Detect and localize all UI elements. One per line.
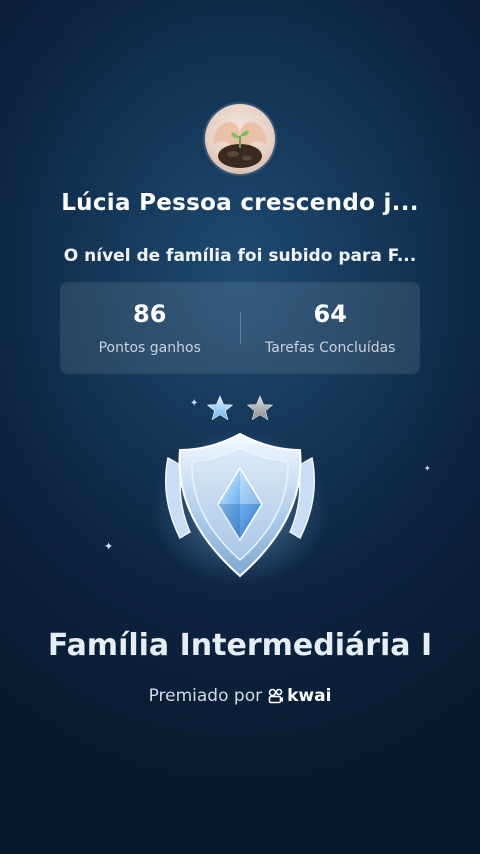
sparkle-icon: ✦ [104,540,114,553]
stat-tasks-value: 64 [313,300,347,328]
stat-tasks: 64 Tarefas Concluídas [241,300,421,356]
star-empty-icon [246,395,274,421]
awarded-by-label: Premiado por [148,686,263,706]
kwai-logo-icon [268,688,284,704]
level-up-screen: Lúcia Pessoa crescendo j... O nível de f… [0,0,480,854]
level-up-message: O nível de família foi subido para F... [63,246,417,266]
stat-points-label: Pontos ganhos [98,340,201,356]
sparkle-icon: ✦ [190,398,199,409]
awarded-by: Premiado por kwai [0,686,480,706]
kwai-brand-label: kwai [287,686,332,706]
avatar[interactable] [205,104,275,174]
kwai-brand: kwai [268,686,331,706]
stat-points: 86 Pontos ganhos [60,300,240,356]
star-filled-icon [206,395,234,421]
star-rating [206,395,274,421]
stats-card: 86 Pontos ganhos 64 Tarefas Concluídas [60,282,420,374]
stat-tasks-label: Tarefas Concluídas [265,340,396,356]
heart-hands-sprout-icon [213,122,267,168]
sparkle-icon: ✦ [424,464,431,473]
stat-points-value: 86 [133,300,167,328]
badge-title: Família Intermediária I [47,628,433,663]
shield-crystal-badge-icon [152,430,328,586]
level-up-title: Lúcia Pessoa crescendo j... [61,190,419,216]
